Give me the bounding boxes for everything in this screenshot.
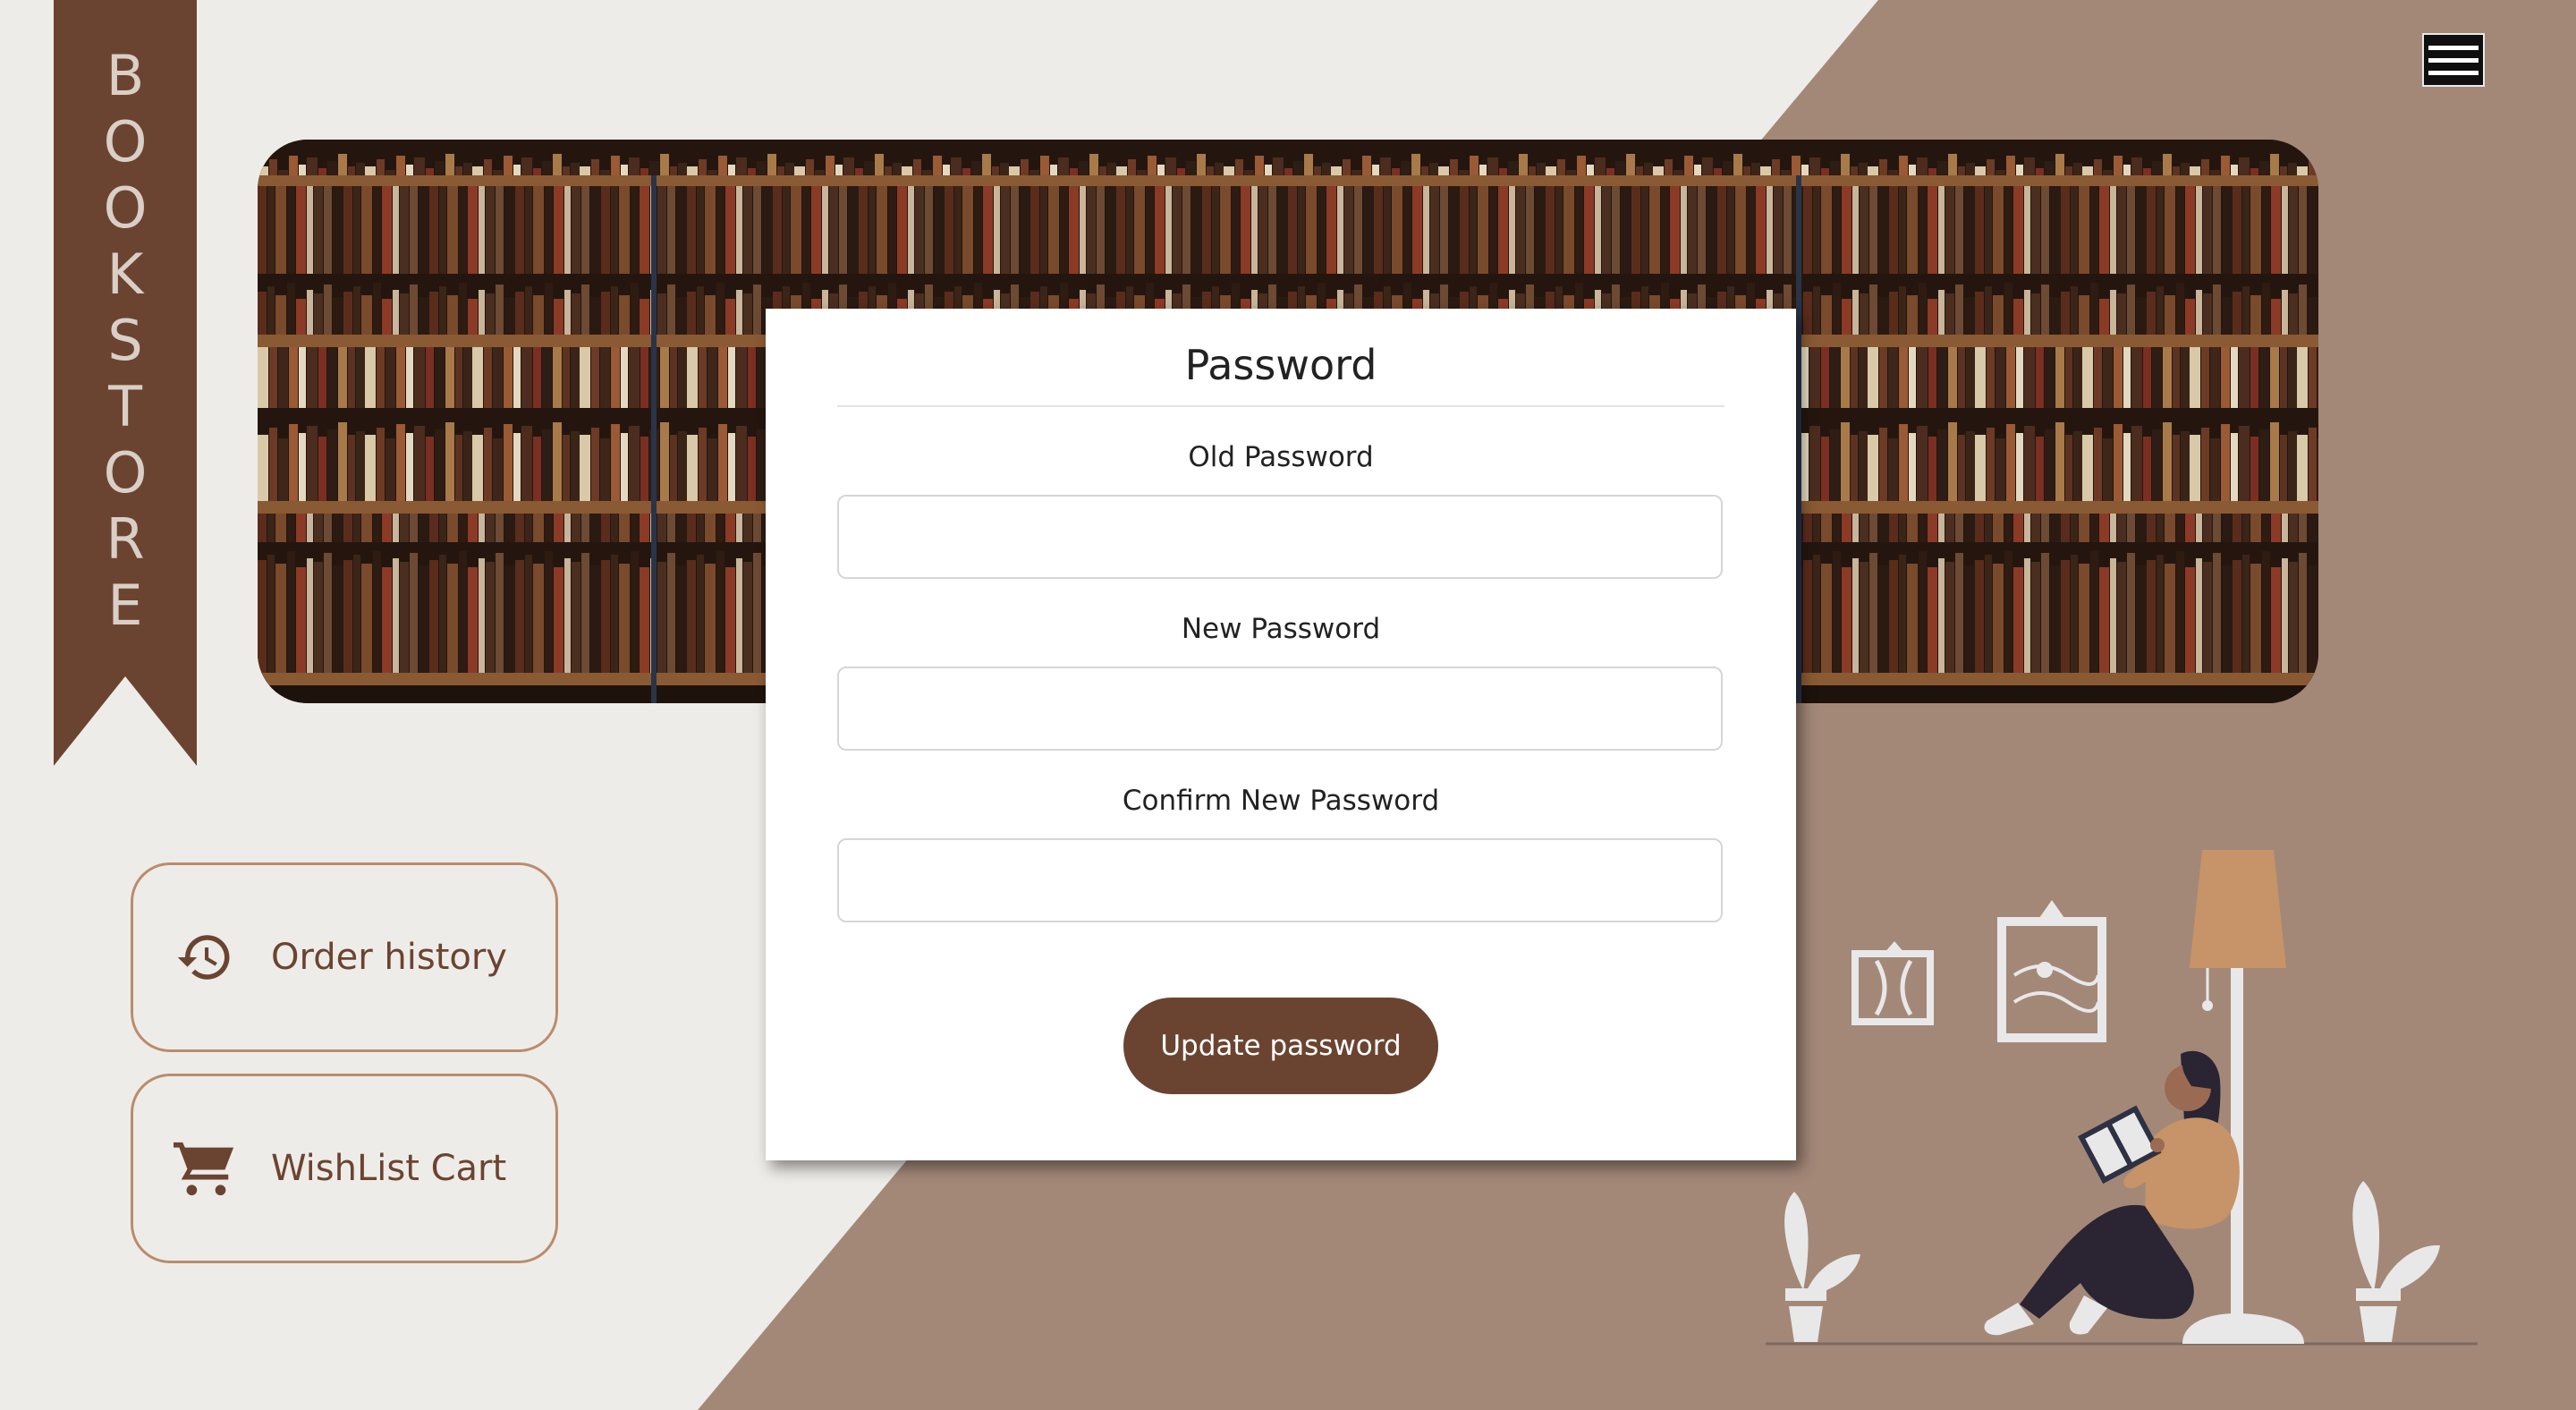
old-password-label: Old Password [1188,441,1374,473]
picture-frame-icon [1852,941,1934,1025]
brand-letter: E [107,573,143,638]
reading-person-icon [1984,1050,2240,1336]
brand-letter: T [108,374,142,439]
brand-letter: O [103,175,148,241]
hamburger-menu-button[interactable] [2422,33,2485,87]
old-password-input[interactable] [837,495,1723,579]
brand-letter: R [106,506,145,572]
update-password-button[interactable]: Update password [1123,998,1438,1094]
new-password-label: New Password [1181,613,1381,645]
brand-letter: S [107,308,143,373]
reading-woman-illustration [1766,850,2478,1346]
brand-letter: B [106,43,145,108]
confirm-password-input[interactable] [837,838,1723,922]
brand-logo-text: B O O K S T O R E [54,43,197,639]
confirm-password-label: Confirm New Password [1122,785,1440,817]
brand-letter: O [103,109,148,174]
wishlist-cart-button[interactable]: WishList Cart [131,1074,558,1263]
picture-frame-icon [1997,900,2106,1042]
order-history-button[interactable]: Order history [131,862,558,1052]
plant-icon [1784,1192,1860,1342]
cart-icon [169,1133,241,1204]
form-title: Password [837,334,1724,407]
plant-icon [2352,1181,2440,1342]
order-history-label: Order history [271,937,507,978]
brand-letter: K [106,242,144,307]
password-form-card: Password Old Password New Password Confi… [766,309,1796,1160]
brand-letter: O [103,440,148,505]
hamburger-icon [2428,45,2479,50]
history-icon [169,922,241,993]
new-password-input[interactable] [837,667,1723,751]
wishlist-cart-label: WishList Cart [271,1148,507,1189]
